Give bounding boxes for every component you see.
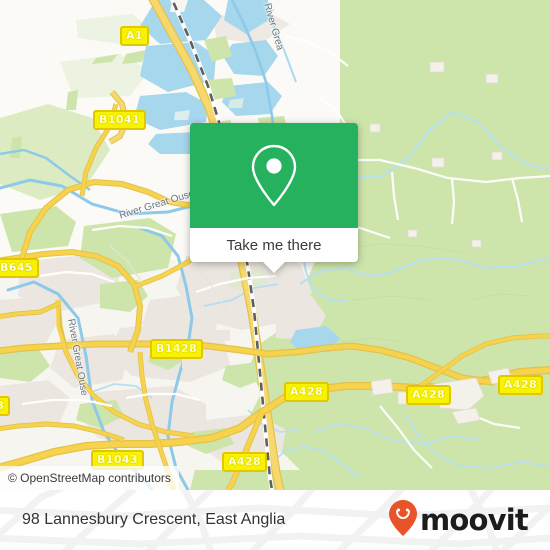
moovit-brand: moovit	[388, 499, 529, 542]
road-shield-b1041: B1041	[93, 110, 146, 130]
popup-action-bar[interactable]: Take me there	[190, 228, 358, 273]
road-shield-b1428: B1428	[150, 339, 203, 359]
take-me-there-label: Take me there	[226, 236, 322, 254]
road-shield-a428-southwest: A428	[222, 452, 268, 472]
destination-popup-card[interactable]: Take me there	[190, 123, 358, 273]
map-canvas[interactable]: A1 B1041 B645 B1428 B1043 A428 A428 A428…	[0, 0, 550, 490]
popup-tail-arrow	[263, 262, 285, 273]
road-shield-a428-centre: A428	[406, 385, 452, 405]
road-shield-clipped-west: 8	[0, 396, 11, 416]
road-shield-a428-west: A428	[284, 382, 330, 402]
road-shield-a1: A1	[120, 26, 149, 46]
moovit-pin-smiley-icon	[388, 499, 418, 542]
address-label: 98 Lannesbury Crescent, East Anglia	[22, 511, 286, 528]
map-screenshot: A1 B1041 B645 B1428 B1043 A428 A428 A428…	[0, 0, 550, 550]
road-shield-a428-east: A428	[498, 375, 544, 395]
map-attribution[interactable]: © OpenStreetMap contributors	[0, 466, 179, 490]
moovit-wordmark: moovit	[420, 502, 529, 537]
popup-header	[190, 123, 358, 228]
footer-bar: 98 Lannesbury Crescent, East Anglia moov…	[0, 490, 550, 550]
road-shield-b645: B645	[0, 258, 39, 278]
map-pin-icon	[247, 143, 301, 209]
